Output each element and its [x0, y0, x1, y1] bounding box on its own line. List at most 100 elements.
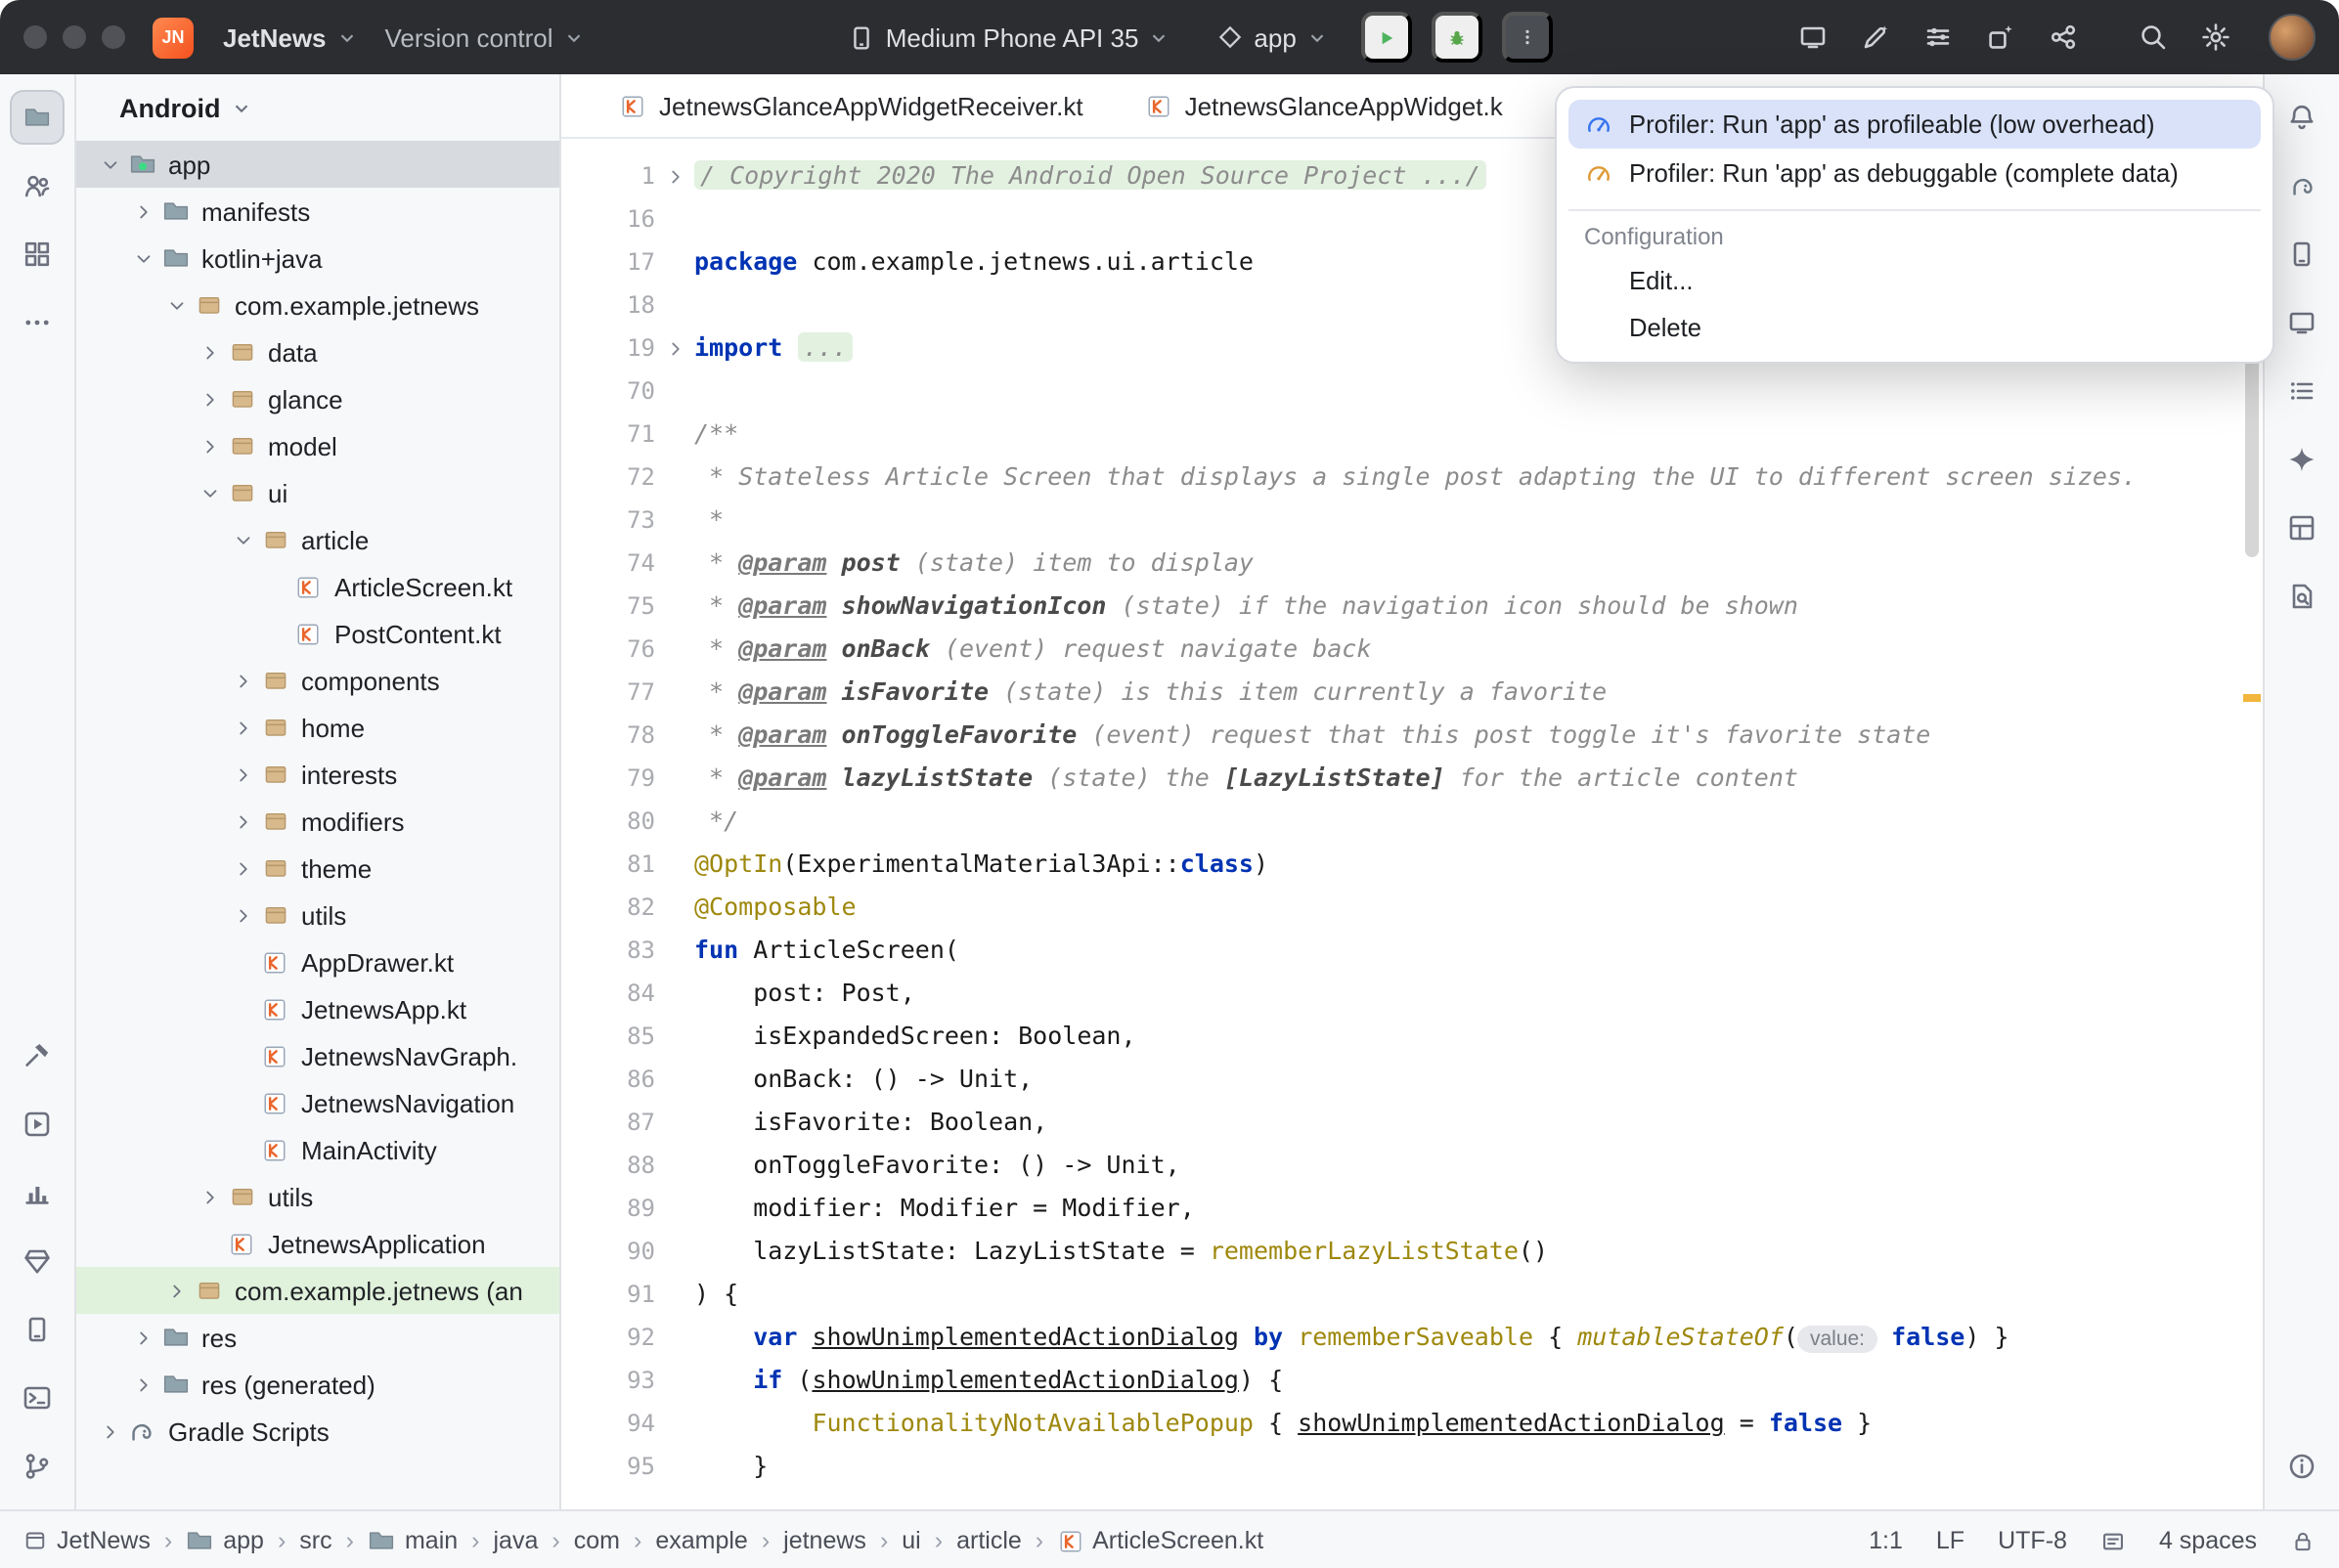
- tree-item-gradle-scripts[interactable]: Gradle Scripts: [76, 1408, 559, 1455]
- chevron-right-icon[interactable]: [162, 1280, 192, 1301]
- chevron-right-icon[interactable]: [129, 1327, 158, 1348]
- tree-item-jetnewsnavgraph[interactable]: JetnewsNavGraph.: [76, 1032, 559, 1079]
- chevron-down-icon[interactable]: [129, 247, 158, 269]
- editor-config-widget[interactable]: [2100, 1528, 2126, 1553]
- running-devices-button[interactable]: [2274, 295, 2329, 350]
- file-encoding-widget[interactable]: UTF-8: [1998, 1527, 2067, 1554]
- device-selector[interactable]: Medium Phone API 35: [833, 15, 1184, 60]
- tree-item-components[interactable]: components: [76, 657, 559, 704]
- run-button[interactable]: [1361, 12, 1412, 63]
- close-window-icon[interactable]: [23, 25, 47, 49]
- share-button[interactable]: [2038, 12, 2089, 63]
- maximize-window-icon[interactable]: [102, 25, 125, 49]
- fold-toggle-icon[interactable]: [655, 165, 694, 187]
- settings-button[interactable]: [2190, 12, 2241, 63]
- indentation-widget[interactable]: 4 spaces: [2159, 1527, 2257, 1554]
- search-button[interactable]: [2128, 12, 2179, 63]
- app-quality-insights-button[interactable]: [2274, 569, 2329, 624]
- tree-item-interests[interactable]: interests: [76, 751, 559, 798]
- vcs-menu-button[interactable]: Version control: [372, 15, 598, 60]
- breadcrumb-item[interactable]: ArticleScreen.kt: [1057, 1527, 1263, 1554]
- terminal-tool-button[interactable]: [10, 1371, 65, 1425]
- version-control-tool-button[interactable]: [10, 1439, 65, 1494]
- breadcrumb-item[interactable]: JetNews: [23, 1527, 151, 1554]
- chevron-down-icon[interactable]: [96, 153, 125, 175]
- chevron-right-icon[interactable]: [229, 857, 258, 879]
- problems-button[interactable]: [2274, 1439, 2329, 1494]
- chevron-down-icon[interactable]: [196, 482, 225, 503]
- tree-item-postcontent-kt[interactable]: PostContent.kt: [76, 610, 559, 657]
- toolbar-customize-button[interactable]: [1913, 12, 1964, 63]
- popup-action-delete[interactable]: Delete: [1568, 303, 2261, 350]
- profiler-tool-button[interactable]: [10, 1165, 65, 1220]
- device-mirroring-button[interactable]: [1787, 12, 1838, 63]
- tree-item-model[interactable]: model: [76, 422, 559, 469]
- tree-item-app[interactable]: app: [76, 141, 559, 188]
- build-tool-button[interactable]: [10, 1028, 65, 1083]
- breadcrumb-item[interactable]: main: [368, 1527, 458, 1554]
- chevron-right-icon[interactable]: [229, 904, 258, 926]
- chevron-right-icon[interactable]: [129, 200, 158, 222]
- tree-item-article[interactable]: article: [76, 516, 559, 563]
- tree-item-jetnewsapp-kt[interactable]: JetnewsApp.kt: [76, 985, 559, 1032]
- tree-item-com-example-jetnews-an[interactable]: com.example.jetnews (an: [76, 1267, 559, 1314]
- plugins-button[interactable]: [1975, 12, 2026, 63]
- tree-item-theme[interactable]: theme: [76, 845, 559, 892]
- popup-item[interactable]: Profiler: Run 'app' as profileable (low …: [1568, 100, 2261, 149]
- editor-tab[interactable]: JetnewsGlanceAppWidget.k: [1115, 74, 1534, 137]
- readonly-toggle-widget[interactable]: [2290, 1528, 2316, 1553]
- project-menu-button[interactable]: JetNews: [209, 15, 372, 60]
- breadcrumb-item[interactable]: ui: [902, 1527, 920, 1554]
- project-tool-button[interactable]: [10, 90, 65, 145]
- app-inspection-tool-button[interactable]: [10, 1234, 65, 1288]
- caret-position-widget[interactable]: 1:1: [1869, 1527, 1903, 1554]
- chevron-right-icon[interactable]: [196, 341, 225, 363]
- run-tool-button[interactable]: [10, 1097, 65, 1152]
- tree-item-mainactivity[interactable]: MainActivity: [76, 1126, 559, 1173]
- tree-item-jetnewsnavigation[interactable]: JetnewsNavigation: [76, 1079, 559, 1126]
- tree-item-utils[interactable]: utils: [76, 892, 559, 938]
- breadcrumb-item[interactable]: src: [299, 1527, 331, 1554]
- gradle-button[interactable]: [2274, 158, 2329, 213]
- commit-tool-button[interactable]: [10, 158, 65, 213]
- user-avatar[interactable]: [2269, 14, 2316, 61]
- tree-item-res[interactable]: res: [76, 1314, 559, 1361]
- logcat-tool-button[interactable]: [10, 1302, 65, 1357]
- tree-item-res-generated[interactable]: res (generated): [76, 1361, 559, 1408]
- tree-item-utils[interactable]: utils: [76, 1173, 559, 1220]
- warning-stripe-mark[interactable]: [2243, 694, 2261, 702]
- line-separator-widget[interactable]: LF: [1936, 1527, 1964, 1554]
- chevron-right-icon[interactable]: [229, 763, 258, 785]
- gemini-button[interactable]: [2274, 432, 2329, 487]
- debug-button[interactable]: [1432, 12, 1482, 63]
- minimize-window-icon[interactable]: [63, 25, 86, 49]
- run-configuration-selector[interactable]: app: [1203, 15, 1341, 60]
- tree-item-jetnewsapplication[interactable]: JetnewsApplication: [76, 1220, 559, 1267]
- project-view-selector[interactable]: Android: [76, 74, 559, 141]
- breadcrumb-item[interactable]: example: [655, 1527, 748, 1554]
- breadcrumb-item[interactable]: java: [494, 1527, 539, 1554]
- tree-item-articlescreen-kt[interactable]: ArticleScreen.kt: [76, 563, 559, 610]
- popup-item[interactable]: Profiler: Run 'app' as debuggable (compl…: [1568, 149, 2261, 197]
- chevron-right-icon[interactable]: [196, 388, 225, 410]
- structure-tool-button[interactable]: [10, 227, 65, 282]
- breadcrumb-item[interactable]: article: [956, 1527, 1022, 1554]
- structure-button[interactable]: [2274, 364, 2329, 418]
- chevron-down-icon[interactable]: [162, 294, 192, 316]
- popup-action-edit[interactable]: Edit...: [1568, 256, 2261, 303]
- tree-item-appdrawer-kt[interactable]: AppDrawer.kt: [76, 938, 559, 985]
- tree-item-ui[interactable]: ui: [76, 469, 559, 516]
- tree-item-home[interactable]: home: [76, 704, 559, 751]
- ai-assistant-button[interactable]: [1850, 12, 1901, 63]
- tree-item-data[interactable]: data: [76, 328, 559, 375]
- fold-toggle-icon[interactable]: [655, 337, 694, 359]
- tree-item-com-example-jetnews[interactable]: com.example.jetnews: [76, 282, 559, 328]
- more-run-options-button[interactable]: [1502, 12, 1553, 63]
- breadcrumb-item[interactable]: app: [186, 1527, 264, 1554]
- breadcrumb-item[interactable]: jetnews: [783, 1527, 866, 1554]
- chevron-right-icon[interactable]: [196, 435, 225, 457]
- device-manager-button[interactable]: [2274, 227, 2329, 282]
- chevron-down-icon[interactable]: [229, 529, 258, 550]
- editor-tab[interactable]: JetnewsGlanceAppWidgetReceiver.kt: [589, 74, 1115, 137]
- chevron-right-icon[interactable]: [196, 1186, 225, 1207]
